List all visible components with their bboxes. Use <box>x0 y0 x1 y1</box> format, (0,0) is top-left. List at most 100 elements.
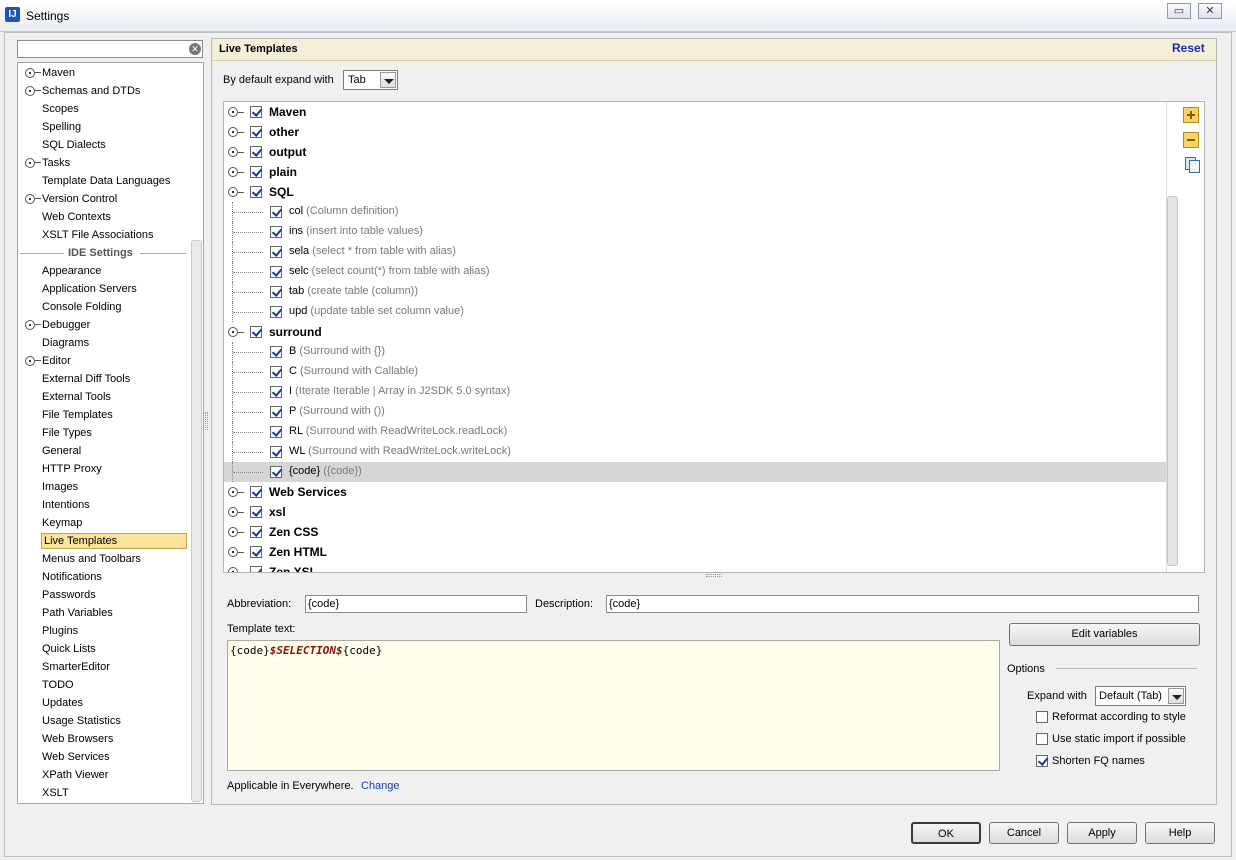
expand-node-icon[interactable] <box>25 320 35 330</box>
sidebar-item-external-diff-tools[interactable]: External Diff Tools <box>18 370 193 388</box>
settings-search-input[interactable] <box>17 40 203 58</box>
sidebar-item-xslt[interactable]: XSLT <box>18 784 193 802</box>
template-row[interactable]: I (Iterate Iterable | Array in J2SDK 5.0… <box>224 382 1166 402</box>
expand-node-icon[interactable] <box>228 547 238 557</box>
sidebar-item-usage-statistics[interactable]: Usage Statistics <box>18 712 193 730</box>
sidebar-item-file-types[interactable]: File Types <box>18 424 193 442</box>
sidebar-item-schemas-and-dtds[interactable]: Schemas and DTDs <box>18 82 193 100</box>
template-checkbox[interactable] <box>270 346 282 358</box>
template-group-checkbox[interactable] <box>250 526 262 538</box>
template-group-checkbox[interactable] <box>250 566 262 572</box>
sidebar-item-live-templates[interactable]: Live Templates <box>18 532 193 550</box>
expand-node-icon[interactable] <box>25 194 35 204</box>
template-group-row[interactable]: plain <box>224 162 1166 182</box>
expand-node-icon[interactable] <box>228 147 238 157</box>
template-row[interactable]: upd (update table set column value) <box>224 302 1166 322</box>
sidebar-item-tasks[interactable]: Tasks <box>18 154 193 172</box>
sidebar-scrollbar[interactable] <box>191 240 202 802</box>
copy-icon[interactable] <box>1183 156 1200 173</box>
template-group-row[interactable]: Zen CSS <box>224 522 1166 542</box>
sidebar-item-notifications[interactable]: Notifications <box>18 568 193 586</box>
template-row[interactable]: {code} ({code}) <box>224 462 1166 482</box>
template-row[interactable]: P (Surround with ()) <box>224 402 1166 422</box>
collapse-node-icon[interactable] <box>228 187 238 197</box>
expand-node-icon[interactable] <box>228 567 238 572</box>
edit-variables-button[interactable]: Edit variables <box>1009 623 1200 646</box>
sidebar-item-sql-dialects[interactable]: SQL Dialects <box>18 136 193 154</box>
sidebar-item-template-data-languages[interactable]: Template Data Languages <box>18 172 193 190</box>
template-group-checkbox[interactable] <box>250 166 262 178</box>
template-group-checkbox[interactable] <box>250 106 262 118</box>
template-checkbox[interactable] <box>270 446 282 458</box>
sidebar-item-console-folding[interactable]: Console Folding <box>18 298 193 316</box>
sidebar-item-scopes[interactable]: Scopes <box>18 100 193 118</box>
template-row[interactable]: ins (insert into table values) <box>224 222 1166 242</box>
close-window-button[interactable]: ✕ <box>1198 3 1222 19</box>
template-checkbox[interactable] <box>270 466 282 478</box>
collapse-node-icon[interactable] <box>228 327 238 337</box>
template-group-row[interactable]: SQL <box>224 182 1166 202</box>
sidebar-item-maven[interactable]: Maven <box>18 64 193 82</box>
expand-node-icon[interactable] <box>228 527 238 537</box>
sidebar-item-passwords[interactable]: Passwords <box>18 586 193 604</box>
sidebar-item-general[interactable]: General <box>18 442 193 460</box>
ok-button[interactable]: OK <box>911 822 981 844</box>
expand-node-icon[interactable] <box>228 507 238 517</box>
template-row[interactable]: C (Surround with Callable) <box>224 362 1166 382</box>
cancel-button[interactable]: Cancel <box>989 822 1059 844</box>
template-checkbox[interactable] <box>270 226 282 238</box>
expand-with-select[interactable]: Default (Tab) <box>1095 686 1186 706</box>
template-group-checkbox[interactable] <box>250 546 262 558</box>
template-group-checkbox[interactable] <box>250 146 262 158</box>
reformat-checkbox[interactable] <box>1036 711 1048 723</box>
sidebar-item-debugger[interactable]: Debugger <box>18 316 193 334</box>
template-group-row[interactable]: Zen XSL <box>224 562 1166 572</box>
expand-node-icon[interactable] <box>228 127 238 137</box>
sidebar-item-updates[interactable]: Updates <box>18 694 193 712</box>
sidebar-item-keymap[interactable]: Keymap <box>18 514 193 532</box>
sidebar-item-intentions[interactable]: Intentions <box>18 496 193 514</box>
sidebar-item-quick-lists[interactable]: Quick Lists <box>18 640 193 658</box>
sidebar-resize-handle[interactable] <box>205 412 208 430</box>
sidebar-item-xslt-file-associations[interactable]: XSLT File Associations <box>18 226 193 244</box>
sidebar-item-application-servers[interactable]: Application Servers <box>18 280 193 298</box>
help-button[interactable]: Help <box>1145 822 1215 844</box>
expand-node-icon[interactable] <box>228 107 238 117</box>
sidebar-item-images[interactable]: Images <box>18 478 193 496</box>
expand-node-icon[interactable] <box>228 487 238 497</box>
template-group-checkbox[interactable] <box>250 486 262 498</box>
shorten-fq-checkbox[interactable] <box>1036 755 1048 767</box>
template-group-checkbox[interactable] <box>250 126 262 138</box>
sidebar-item-file-templates[interactable]: File Templates <box>18 406 193 424</box>
sidebar-item-web-contexts[interactable]: Web Contexts <box>18 208 193 226</box>
template-group-checkbox[interactable] <box>250 186 262 198</box>
template-text-editor[interactable]: {code}$SELECTION${code} <box>227 640 1000 771</box>
template-row[interactable]: WL (Surround with ReadWriteLock.writeLoc… <box>224 442 1166 462</box>
expand-node-icon[interactable] <box>228 167 238 177</box>
remove-icon[interactable] <box>1183 132 1199 148</box>
template-checkbox[interactable] <box>270 266 282 278</box>
sidebar-item-spelling[interactable]: Spelling <box>18 118 193 136</box>
template-checkbox[interactable] <box>270 406 282 418</box>
template-row[interactable]: B (Surround with {}) <box>224 342 1166 362</box>
template-group-row[interactable]: other <box>224 122 1166 142</box>
template-group-row[interactable]: Zen HTML <box>224 542 1166 562</box>
expand-node-icon[interactable] <box>25 356 35 366</box>
expand-node-icon[interactable] <box>25 158 35 168</box>
sidebar-item-todo[interactable]: TODO <box>18 676 193 694</box>
change-context-link[interactable]: Change <box>361 780 400 792</box>
panel-splitter[interactable] <box>706 574 722 577</box>
template-checkbox[interactable] <box>270 206 282 218</box>
static-import-checkbox[interactable] <box>1036 733 1048 745</box>
tree-scrollbar[interactable] <box>1167 196 1178 566</box>
sidebar-item-plugins[interactable]: Plugins <box>18 622 193 640</box>
reset-link[interactable]: Reset <box>1172 41 1205 55</box>
template-checkbox[interactable] <box>270 366 282 378</box>
template-group-checkbox[interactable] <box>250 506 262 518</box>
default-expand-select[interactable]: Tab <box>343 70 398 90</box>
template-group-row[interactable]: surround <box>224 322 1166 342</box>
sidebar-item-version-control[interactable]: Version Control <box>18 190 193 208</box>
template-row[interactable]: col (Column definition) <box>224 202 1166 222</box>
sidebar-item-external-tools[interactable]: External Tools <box>18 388 193 406</box>
template-row[interactable]: selc (select count(*) from table with al… <box>224 262 1166 282</box>
